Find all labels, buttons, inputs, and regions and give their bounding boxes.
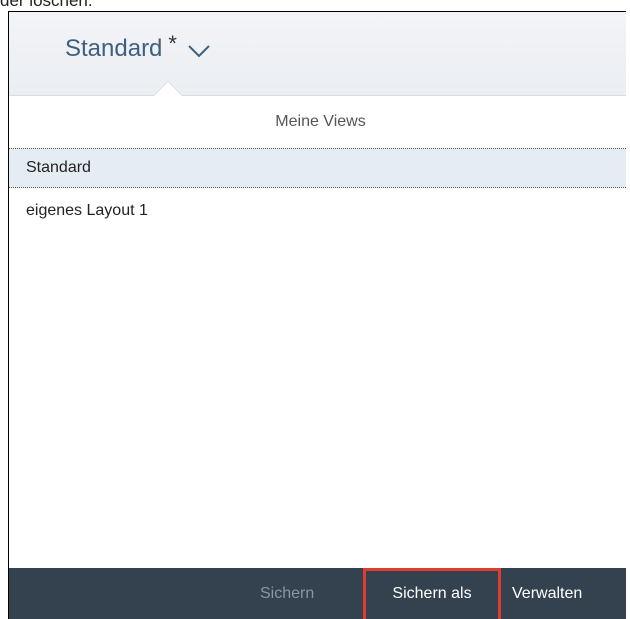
section-title: Meine Views <box>275 113 366 130</box>
list-item[interactable]: Standard <box>9 148 626 188</box>
popover-arrow <box>154 82 182 96</box>
instruction-text: der löschen. <box>0 0 93 10</box>
list-item-label: eigenes Layout 1 <box>26 202 148 219</box>
variant-management-popover: Standard * Meine Views Standard eigenes … <box>8 11 626 619</box>
variant-title: Standard <box>65 35 163 62</box>
manage-button[interactable]: Verwalten <box>512 568 582 619</box>
popover-header: Standard * <box>9 12 626 96</box>
popover-footer: Sichern Sichern als Verwalten <box>9 568 626 619</box>
save-as-button[interactable]: Sichern als <box>363 568 501 619</box>
save-button[interactable]: Sichern <box>260 568 314 619</box>
modified-indicator: * <box>168 31 177 56</box>
list-item-label: Standard <box>26 159 91 176</box>
list-item[interactable]: eigenes Layout 1 <box>9 188 626 234</box>
views-list: Standard eigenes Layout 1 <box>9 148 626 234</box>
chevron-down-icon[interactable] <box>187 43 211 59</box>
variant-selector[interactable]: Standard * <box>65 29 211 69</box>
